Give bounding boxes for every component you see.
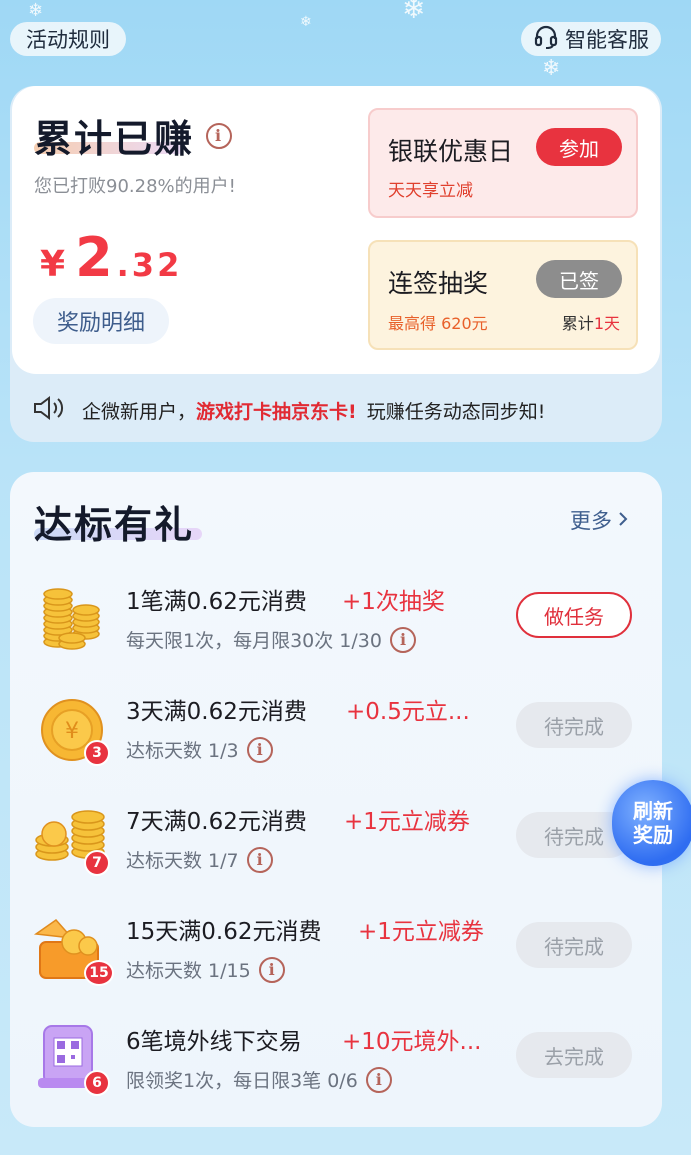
unionpay-subtitle: 天天享立减 bbox=[388, 181, 473, 201]
coin-stack-icon bbox=[30, 582, 110, 662]
announcement-bar[interactable]: 企微新用户， 游戏打卡抽京东卡! 玩赚任务动态同步知! bbox=[32, 394, 545, 427]
info-icon[interactable]: i bbox=[365, 1066, 392, 1093]
info-icon[interactable]: i bbox=[246, 736, 273, 763]
announcement-pre: 企微新用户， bbox=[82, 401, 197, 423]
pending-button[interactable]: 待完成 bbox=[516, 922, 632, 968]
earned-amount: ¥ 2 .32 bbox=[40, 226, 182, 289]
task-reward: +10元境外... bbox=[342, 1029, 482, 1055]
task-progress-text: 达标天数 1/7 bbox=[126, 850, 239, 872]
task-reward: +1元立减券 bbox=[358, 919, 484, 945]
task-row: ¥ 3 3天满0.62元消费 +0.5元立... 达标天数 1/3 i 待完成 bbox=[30, 692, 640, 788]
task-name: 15天满0.62元消费 bbox=[126, 919, 322, 945]
task-reward: +1次抽奖 bbox=[342, 589, 445, 615]
activity-rules-button[interactable]: 活动规则 bbox=[10, 22, 126, 56]
task-row: 15 15天满0.62元消费 +1元立减券 达标天数 1/15 i 待完成 bbox=[30, 912, 640, 1008]
badge-count: 6 bbox=[84, 1070, 110, 1096]
smart-service-label: 智能客服 bbox=[565, 28, 649, 52]
info-icon[interactable]: i bbox=[206, 122, 233, 149]
info-icon[interactable]: i bbox=[389, 626, 416, 653]
svg-text:¥: ¥ bbox=[65, 719, 79, 744]
streak-text: 累计1天 bbox=[562, 310, 620, 334]
beat-percentage-text: 您已打败90.28%的用户! bbox=[34, 176, 236, 197]
badge-count: 15 bbox=[84, 960, 114, 986]
info-icon[interactable]: i bbox=[258, 956, 285, 983]
task-progress: 达标天数 1/3 i bbox=[126, 736, 273, 763]
task-progress: 达标天数 1/15 i bbox=[126, 956, 285, 983]
announcement-post: 玩赚任务动态同步知! bbox=[366, 401, 546, 423]
earnings-title: 累计已赚 bbox=[34, 117, 195, 161]
more-label: 更多 bbox=[570, 509, 612, 533]
badge-count: 3 bbox=[84, 740, 110, 766]
currency-symbol: ¥ bbox=[40, 244, 66, 285]
announcement-highlight: 游戏打卡抽京东卡! bbox=[196, 401, 357, 423]
task-name: 6笔境外线下交易 bbox=[126, 1029, 302, 1055]
info-icon[interactable]: i bbox=[246, 846, 273, 873]
task-progress-text: 每天限1次，每月限30次 1/30 bbox=[126, 630, 382, 652]
unionpay-day-card[interactable]: 银联优惠日 参加 天天享立减 bbox=[368, 108, 638, 218]
join-button[interactable]: 参加 bbox=[536, 128, 622, 166]
task-progress: 每天限1次，每月限30次 1/30 i bbox=[126, 626, 416, 653]
sign-in-lottery-card[interactable]: 连签抽奖 已签 最高得 620元 累计1天 bbox=[368, 240, 638, 350]
refresh-line-1: 刷新 bbox=[633, 799, 673, 823]
chevron-right-icon bbox=[618, 508, 628, 532]
speaker-icon bbox=[32, 394, 66, 427]
snowflake-decoration: ❄ bbox=[28, 0, 44, 21]
streak-days: 1天 bbox=[593, 314, 620, 333]
task-name: 7天满0.62元消费 bbox=[126, 809, 307, 835]
pending-button[interactable]: 待完成 bbox=[516, 702, 632, 748]
task-progress: 限领奖1次，每日限3笔 0/6 i bbox=[126, 1066, 392, 1093]
snowflake-decoration: ❄ bbox=[542, 56, 561, 81]
unionpay-title: 银联优惠日 bbox=[388, 137, 514, 166]
smart-service-button[interactable]: 智能客服 bbox=[521, 22, 661, 56]
earnings-title-row: 累计已赚 i bbox=[34, 108, 233, 163]
max-reward-text: 最高得 620元 bbox=[388, 314, 488, 333]
task-row: 7 7天满0.62元消费 +1元立减券 达标天数 1/7 i 待完成 bbox=[30, 802, 640, 898]
task-progress-text: 达标天数 1/15 bbox=[126, 960, 251, 982]
task-progress-text: 限领奖1次，每日限3笔 0/6 bbox=[126, 1070, 358, 1092]
snowflake-decoration: ❄ bbox=[402, 0, 426, 25]
refresh-rewards-button[interactable]: 刷新 奖励 bbox=[612, 780, 691, 866]
task-row: 1笔满0.62元消费 +1次抽奖 每天限1次，每月限30次 1/30 i 做任务 bbox=[30, 582, 640, 678]
more-link[interactable]: 更多 bbox=[570, 505, 628, 535]
task-progress-text: 达标天数 1/3 bbox=[126, 740, 239, 762]
task-progress: 达标天数 1/7 i bbox=[126, 846, 273, 873]
task-reward: +0.5元立... bbox=[346, 699, 470, 725]
reward-detail-button[interactable]: 奖励明细 bbox=[33, 298, 169, 344]
snowflake-decoration: ❄ bbox=[300, 14, 312, 30]
headset-icon bbox=[533, 24, 559, 55]
do-task-button[interactable]: 做任务 bbox=[516, 592, 632, 638]
go-complete-button[interactable]: 去完成 bbox=[516, 1032, 632, 1078]
tasks-section-title: 达标有礼 bbox=[34, 503, 195, 547]
amount-integer: 2 bbox=[75, 226, 113, 289]
task-name: 1笔满0.62元消费 bbox=[126, 589, 307, 615]
activity-rules-label: 活动规则 bbox=[26, 28, 110, 52]
badge-count: 7 bbox=[84, 850, 110, 876]
amount-decimal: .32 bbox=[116, 246, 183, 284]
signed-button[interactable]: 已签 bbox=[536, 260, 622, 298]
refresh-line-2: 奖励 bbox=[633, 823, 673, 847]
task-row: 6 6笔境外线下交易 +10元境外... 限领奖1次，每日限3笔 0/6 i 去… bbox=[30, 1022, 640, 1118]
task-reward: +1元立减券 bbox=[344, 809, 470, 835]
task-name: 3天满0.62元消费 bbox=[126, 699, 307, 725]
streak-prefix: 累计 bbox=[561, 314, 594, 333]
sign-in-title: 连签抽奖 bbox=[388, 269, 489, 298]
